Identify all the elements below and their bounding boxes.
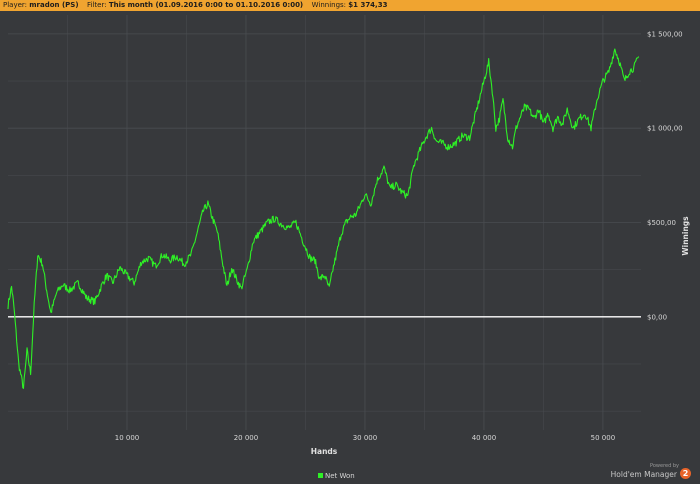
winnings-chart: $0,00 $500,00 $1 000,00 $1 500,00 10 000 20 … [7,15,690,456]
y-tick-labels: $0,00 $500,00 $1 000,00 $1 500,00 [647,30,683,321]
legend-series-name: Net Won [325,472,355,480]
x-tick-label: 50 000 [591,434,616,442]
y-axis-label: Winnings [681,216,690,256]
winnings-value: $1 374,33 [348,1,388,9]
y-tick-label: $1 000,00 [647,125,683,133]
winnings-label: Winnings: [311,1,347,9]
x-tick-label: 20 000 [234,434,259,442]
chart-grid [8,15,641,430]
y-tick-label: $1 500,00 [647,30,683,38]
filter-value: This month (01.09.2016 0:00 to 01.10.201… [108,1,304,9]
powered-by-text: Powered by [650,463,679,469]
series-layer [7,48,640,389]
filter-bar: Player: mradon (PS) Filter: This month (… [0,0,700,11]
chart-legend: Net Won [318,472,355,480]
brand-name: Hold'em Manager [610,470,677,479]
x-tick-labels: 10 000 20 000 30 000 40 000 50 000 [115,434,615,442]
legend-swatch [318,473,323,478]
y-tick-label: $500,00 [647,219,676,227]
player-value: mradon (PS) [29,1,79,9]
x-tick-label: 10 000 [115,434,140,442]
x-tick-label: 30 000 [353,434,378,442]
series-line-net-won [7,48,640,389]
x-tick-label: 40 000 [472,434,497,442]
filter-label: Filter: [87,1,107,9]
y-tick-label: $0,00 [647,313,667,321]
powered-by-logo: Powered by Hold'em Manager 2 [611,463,691,481]
brand-badge-icon: 2 [680,468,691,479]
player-label: Player: [3,1,28,9]
x-axis-label: Hands [311,447,338,456]
